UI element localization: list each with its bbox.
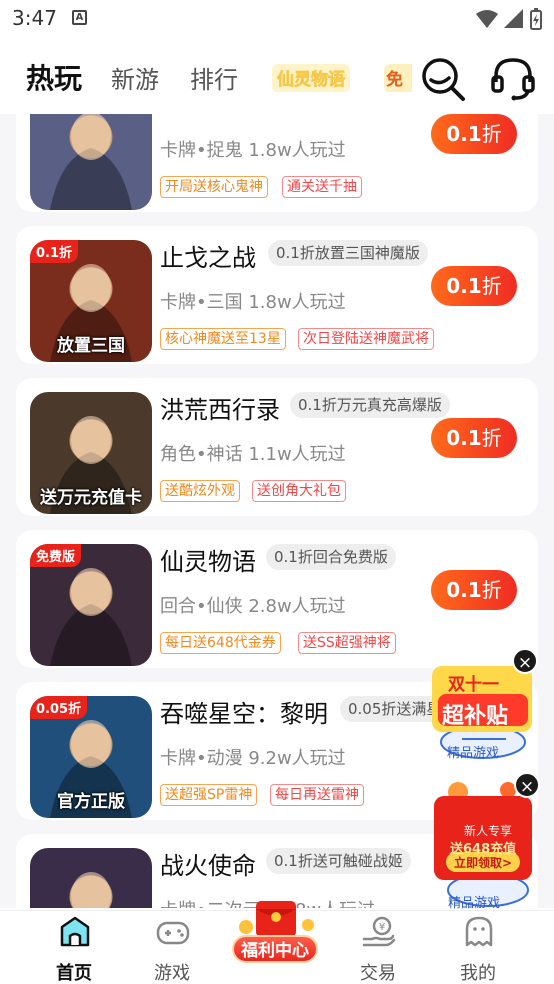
gamepad-icon: [156, 921, 190, 945]
game-title[interactable]: 止戈之战: [160, 238, 256, 273]
game-meta: 卡牌•动漫 9.2w人玩过: [160, 748, 346, 769]
svg-text:¥: ¥: [379, 922, 385, 933]
benefit-badge: 核心神魔送至13星: [160, 328, 286, 350]
status-time: 3:47: [12, 6, 57, 30]
game-thumbnail[interactable]: 送万元充值卡: [30, 392, 152, 514]
promo-newcomer-ribbon: 精品游戏: [448, 896, 501, 911]
game-thumbnail[interactable]: [30, 114, 152, 210]
promo-newcomer[interactable]: 新人专享 送648充值 立即领取> 精品游戏 ×: [428, 772, 540, 911]
trade-icon: ¥: [362, 916, 396, 947]
tab-hot[interactable]: 热玩: [26, 57, 82, 97]
game-card[interactable]: 卡牌•捉鬼 1.8w人玩过 开局送核心鬼神 通关送千抽 0.1折: [16, 114, 538, 212]
tab-partial-logo-text: 免: [386, 69, 403, 90]
status-icons: [476, 8, 542, 30]
game-tag: 0.1折送可触碰战姬: [266, 848, 411, 874]
benefit-badge: 每日送648代金券: [160, 632, 281, 654]
game-tag: 0.1折放置三国神魔版: [268, 240, 428, 266]
promo-newcomer-line1: 新人专享: [464, 824, 513, 838]
thumbnail-corner-badge: 0.1折: [30, 240, 79, 263]
discount-button[interactable]: 0.1折: [431, 418, 517, 458]
game-tag: 0.1折万元真充高爆版: [290, 392, 450, 418]
game-title[interactable]: 吞噬星空：黎明: [160, 694, 328, 729]
game-meta: 角色•神话 1.1w人玩过: [160, 444, 346, 465]
game-title[interactable]: 洪荒西行录: [160, 390, 280, 425]
nav-home-label: 首页: [56, 963, 92, 984]
nav-trade[interactable]: ¥ 交易: [338, 911, 418, 984]
benefit-badge: 送SS超强神将: [298, 632, 396, 654]
nav-welfare-center[interactable]: 福利中心: [228, 899, 324, 984]
tab-game-logo[interactable]: 仙灵物语: [270, 60, 352, 96]
wifi-icon: [476, 10, 498, 28]
game-thumbnail[interactable]: 0.05折官方正版: [30, 696, 152, 818]
game-thumbnail[interactable]: 免费版: [30, 544, 152, 666]
nav-mine-label: 我的: [460, 963, 496, 984]
game-thumbnail[interactable]: [30, 848, 152, 908]
promo-double11[interactable]: 双十一 超补贴 精品游戏 ×: [428, 648, 538, 761]
promo-newcomer-cta[interactable]: 立即领取>: [454, 854, 512, 871]
game-title[interactable]: 战火使命: [160, 846, 256, 881]
benefit-badge: 通关送千抽: [282, 176, 362, 198]
nav-games-label: 游戏: [154, 963, 190, 984]
nav-home[interactable]: 首页: [34, 911, 114, 984]
close-icon[interactable]: ×: [512, 648, 538, 674]
nav-trade-label: 交易: [360, 963, 396, 984]
game-card[interactable]: 送万元充值卡 洪荒西行录 0.1折万元真充高爆版角色•神话 1.1w人玩过 送酷炫外观…: [16, 378, 538, 516]
benefit-badge: 开局送核心鬼神: [160, 176, 268, 198]
benefit-badge: 送超强SP雷神: [160, 784, 258, 806]
promo-double11-line2: 超补贴: [442, 704, 509, 729]
notification-icon: A: [72, 10, 87, 25]
nav-mine[interactable]: 我的: [438, 911, 518, 984]
profile-icon: [465, 916, 493, 947]
search-icon[interactable]: [420, 56, 466, 102]
top-nav: 热玩 新游 排行 仙灵物语 免: [0, 42, 554, 114]
tab-ranking[interactable]: 排行: [190, 60, 238, 95]
game-meta: 卡牌•三国 1.8w人玩过: [160, 292, 346, 313]
home-icon: [60, 916, 90, 947]
tab-game-logo-text: 仙灵物语: [277, 69, 345, 90]
thumbnail-caption: 送万元充值卡: [40, 488, 142, 508]
status-bar: 3:47 A: [0, 0, 554, 40]
discount-button[interactable]: 0.1折: [431, 114, 517, 154]
benefit-badge: 送创角大礼包: [252, 480, 346, 502]
tab-partial-logo[interactable]: 免: [384, 60, 412, 96]
discount-button[interactable]: 0.1折: [431, 266, 517, 306]
thumbnail-corner-badge: 0.05折: [30, 696, 88, 719]
game-card[interactable]: 0.1折 放置三国 止戈之战 0.1折放置三国神魔版 卡牌•三国 1.8w人玩过 核心神魔…: [16, 226, 538, 364]
nav-welfare-label: 福利中心: [232, 935, 318, 963]
close-icon[interactable]: ×: [514, 772, 540, 798]
promo-double11-line1: 双十一: [448, 675, 499, 695]
game-card[interactable]: 免费版 仙灵物语 0.1折回合免费版回合•仙侠 2.8w人玩过 每日送648代金券 送S…: [16, 530, 538, 668]
discount-button[interactable]: 0.1折: [431, 570, 517, 610]
nav-games[interactable]: 游戏: [132, 911, 212, 984]
game-tag: 0.1折回合免费版: [266, 544, 396, 570]
bottom-nav: 首页 游戏 福利中心 ¥ 交易 我的: [0, 901, 554, 984]
game-meta: 回合•仙侠 2.8w人玩过: [160, 596, 346, 617]
benefit-badge: 送酷炫外观: [160, 480, 240, 502]
game-thumbnail[interactable]: 0.1折放置三国: [30, 240, 152, 362]
thumbnail-caption: 放置三国: [57, 336, 125, 356]
thumbnail-caption: 官方正版: [57, 792, 125, 812]
tab-new[interactable]: 新游: [111, 60, 159, 95]
benefit-badge: 每日再送雷神: [270, 784, 364, 806]
benefit-badge: 次日登陆送神魔武将: [298, 328, 434, 350]
game-meta: 卡牌•捉鬼 1.8w人玩过: [160, 140, 346, 161]
customer-service-icon[interactable]: [490, 56, 536, 102]
thumbnail-corner-badge: 免费版: [30, 544, 82, 567]
game-title[interactable]: 仙灵物语: [160, 542, 256, 577]
promo-double11-ribbon: 精品游戏: [447, 746, 500, 761]
signal-icon: [504, 9, 523, 28]
battery-icon: [530, 8, 542, 30]
